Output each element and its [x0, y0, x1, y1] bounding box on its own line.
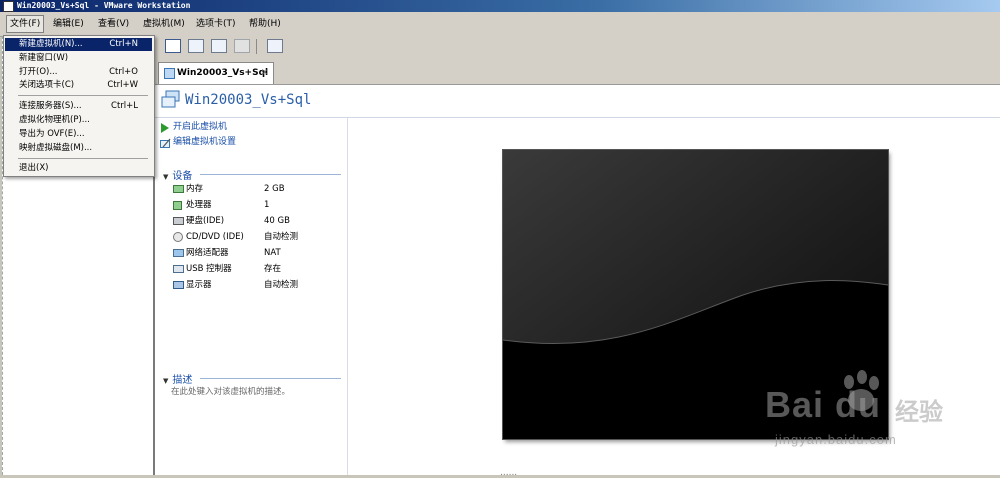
- menu-edit[interactable]: 编辑(E): [50, 16, 87, 32]
- device-value: 存在: [264, 264, 282, 274]
- menu-item-shortcut: Ctrl+W: [107, 80, 138, 90]
- device-value: 2 GB: [264, 184, 285, 194]
- watermark-url: jingyan.baidu.com: [775, 432, 897, 447]
- edit-settings-command[interactable]: 编辑虚拟机设置: [160, 136, 237, 149]
- watermark-brand: Bai du: [765, 384, 882, 425]
- device-value: NAT: [264, 248, 281, 258]
- devices-section-header[interactable]: ▼ 设备: [163, 167, 192, 182]
- menu-item-label: 连接服务器(S)...: [19, 101, 82, 111]
- vm-tab-icon: [164, 68, 175, 79]
- menu-file[interactable]: 文件(F): [6, 15, 45, 33]
- device-row-processor[interactable]: 处理器 1: [173, 198, 343, 212]
- menu-item-shortcut: Ctrl+N: [109, 39, 138, 49]
- menu-item-label: 导出为 OVF(E)...: [19, 129, 85, 139]
- collapse-arrow-icon: ▼: [163, 173, 169, 181]
- description-placeholder[interactable]: 在此处键入对该虚拟机的描述。: [171, 385, 290, 397]
- collapse-arrow-icon: ▼: [163, 377, 169, 385]
- menu-bar: 文件(F) 编辑(E) 查看(V) 虚拟机(M) 选项卡(T) 帮助(H): [0, 12, 1000, 37]
- device-name: USB 控制器: [186, 264, 232, 274]
- toolbar-separator: [256, 39, 257, 54]
- device-row-hard-disk[interactable]: 硬盘(IDE) 40 GB: [173, 214, 343, 228]
- device-name: 处理器: [186, 200, 212, 210]
- section-divider: [200, 174, 341, 175]
- close-icon[interactable]: ×: [261, 63, 269, 83]
- tab-label: Win20003_Vs+Sql: [177, 68, 269, 78]
- device-name: 硬盘(IDE): [186, 216, 225, 226]
- menu-item-exit[interactable]: 退出(X): [5, 162, 152, 175]
- device-name: 显示器: [186, 280, 212, 290]
- hard-disk-icon: [173, 217, 184, 225]
- cd-dvd-icon: [173, 232, 183, 242]
- menu-item-label: 新建虚拟机(N)...: [19, 39, 83, 49]
- device-value: 40 GB: [264, 216, 290, 226]
- sidebar-toggle-icon[interactable]: [165, 39, 181, 53]
- tab-vm[interactable]: Win20003_Vs+Sql ×: [158, 62, 274, 84]
- menu-item-map-disk[interactable]: 映射虚拟磁盘(M)...: [5, 142, 152, 155]
- menu-separator: [18, 95, 148, 96]
- network-adapter-icon: [173, 249, 184, 257]
- device-row-usb-controller[interactable]: USB 控制器 存在: [173, 262, 343, 276]
- description-section-header[interactable]: ▼ 描述: [163, 371, 192, 386]
- menu-item-new-window[interactable]: 新建窗口(W): [5, 52, 152, 65]
- menu-item-close-tab[interactable]: 关闭选项卡(C) Ctrl+W: [5, 79, 152, 92]
- device-row-cd-dvd[interactable]: CD/DVD (IDE) 自动检测: [173, 230, 343, 244]
- vm-details-panel: 开启此虚拟机 编辑虚拟机设置 ▼ 设备 内存 2 GB 处理器 1 硬盘(IDE) 40…: [155, 118, 348, 475]
- thumbnail-bar-icon[interactable]: [188, 39, 204, 53]
- watermark-cn: 经验: [895, 398, 943, 426]
- vm-icon: [161, 90, 180, 108]
- menu-view[interactable]: 查看(V): [95, 16, 132, 32]
- vm-header: Win20003_Vs+Sql: [155, 85, 1000, 118]
- vm-title: Win20003_Vs+Sql: [185, 92, 312, 108]
- menu-item-connect-server[interactable]: 连接服务器(S)... Ctrl+L: [5, 100, 152, 113]
- menu-item-label: 退出(X): [19, 163, 49, 173]
- menu-item-label: 新建窗口(W): [19, 53, 69, 63]
- baidu-watermark: Bai du 经验 jingyan.baidu.com: [765, 370, 990, 455]
- menu-item-shortcut: Ctrl+L: [111, 101, 138, 111]
- console-view-icon[interactable]: [267, 39, 283, 53]
- section-divider: [200, 378, 341, 379]
- command-label: 编辑虚拟机设置: [173, 137, 237, 147]
- section-title: 设备: [172, 171, 193, 182]
- fullscreen-icon[interactable]: [211, 39, 227, 53]
- window-title: Win20003_Vs+Sql - VMware Workstation: [17, 1, 191, 10]
- menu-item-open[interactable]: 打开(O)... Ctrl+O: [5, 66, 152, 79]
- device-name: CD/DVD (IDE): [186, 232, 244, 242]
- menu-item-label: 映射虚拟磁盘(M)...: [19, 143, 93, 153]
- power-on-command[interactable]: 开启此虚拟机: [161, 121, 228, 134]
- menu-vm[interactable]: 虚拟机(M): [140, 16, 188, 32]
- play-icon: [161, 123, 169, 133]
- usb-icon: [173, 265, 184, 273]
- menu-item-export-ovf[interactable]: 导出为 OVF(E)...: [5, 128, 152, 141]
- device-name: 网络适配器: [186, 248, 229, 258]
- menu-item-label: 虚拟化物理机(P)...: [19, 115, 90, 125]
- partial-status-text: ......: [500, 468, 518, 478]
- settings-icon: [160, 138, 171, 148]
- processor-icon: [173, 201, 182, 210]
- unity-icon[interactable]: [234, 39, 250, 53]
- menu-item-label: 打开(O)...: [19, 67, 58, 77]
- tab-strip: Win20003_Vs+Sql ×: [155, 58, 1000, 85]
- toolbar: [155, 36, 1000, 58]
- file-menu-dropdown: 新建虚拟机(N)... Ctrl+N 新建窗口(W) 打开(O)... Ctrl+O…: [3, 35, 155, 177]
- device-row-display[interactable]: 显示器 自动检测: [173, 278, 343, 292]
- device-value: 自动检测: [264, 232, 299, 242]
- menu-separator: [18, 158, 148, 159]
- device-value: 1: [264, 200, 270, 210]
- menu-tabs[interactable]: 选项卡(T): [193, 16, 239, 32]
- menu-item-label: 关闭选项卡(C): [19, 80, 75, 90]
- window-title-bar: Win20003_Vs+Sql - VMware Workstation: [0, 0, 1000, 12]
- menu-help[interactable]: 帮助(H): [246, 16, 284, 32]
- device-row-network-adapter[interactable]: 网络适配器 NAT: [173, 246, 343, 260]
- menu-item-new-vm[interactable]: 新建虚拟机(N)... Ctrl+N: [5, 38, 152, 51]
- device-name: 内存: [186, 184, 204, 194]
- memory-icon: [173, 185, 184, 193]
- device-value: 自动检测: [264, 280, 299, 290]
- menu-item-virtualize-physical[interactable]: 虚拟化物理机(P)...: [5, 114, 152, 127]
- display-icon: [173, 281, 184, 289]
- device-row-memory[interactable]: 内存 2 GB: [173, 182, 343, 196]
- menu-item-shortcut: Ctrl+O: [109, 67, 138, 77]
- vmware-app-icon: [3, 1, 14, 12]
- command-label: 开启此虚拟机: [173, 122, 228, 132]
